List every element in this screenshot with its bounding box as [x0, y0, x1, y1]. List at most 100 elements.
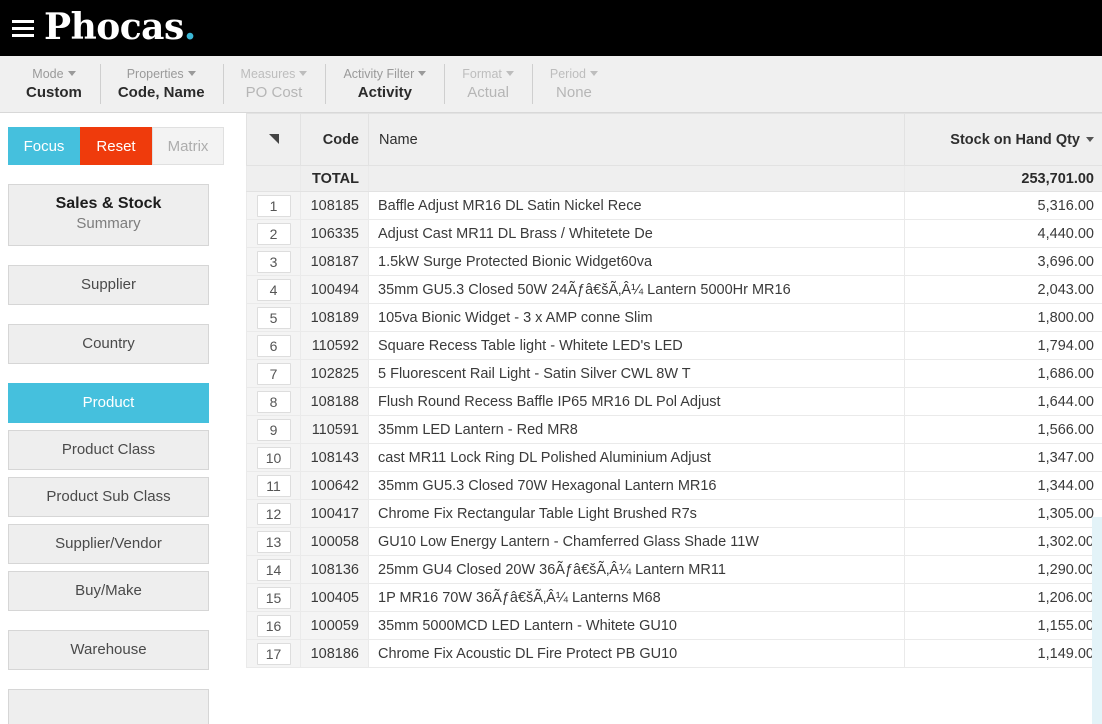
- cell-name[interactable]: 35mm 5000MCD LED Lantern - Whitete GU10: [369, 612, 905, 640]
- cell-code[interactable]: 108189: [301, 304, 369, 332]
- row-number: 8: [247, 388, 301, 416]
- cell-code[interactable]: 108187: [301, 248, 369, 276]
- table-row[interactable]: 8108188Flush Round Recess Baffle IP65 MR…: [247, 388, 1102, 416]
- cell-stock-on-hand-qty[interactable]: 1,644.00: [905, 388, 1102, 416]
- main-body: Focus Reset Matrix Sales & Stock Summary…: [0, 113, 1102, 724]
- cell-name[interactable]: cast MR11 Lock Ring DL Polished Aluminiu…: [369, 444, 905, 472]
- cell-name[interactable]: Chrome Fix Rectangular Table Light Brush…: [369, 500, 905, 528]
- table-row[interactable]: 17108186Chrome Fix Acoustic DL Fire Prot…: [247, 640, 1102, 668]
- toolbar-item-period[interactable]: Period None: [532, 62, 616, 106]
- cell-stock-on-hand-qty[interactable]: 1,794.00: [905, 332, 1102, 360]
- table-row[interactable]: 31081871.5kW Surge Protected Bionic Widg…: [247, 248, 1102, 276]
- table-row[interactable]: 13100058GU10 Low Energy Lantern - Chamfe…: [247, 528, 1102, 556]
- cell-stock-on-hand-qty[interactable]: 1,155.00: [905, 612, 1102, 640]
- phocas-logo[interactable]: Phocas.: [44, 9, 196, 45]
- table-row[interactable]: 1610005935mm 5000MCD LED Lantern - White…: [247, 612, 1102, 640]
- cell-stock-on-hand-qty[interactable]: 1,347.00: [905, 444, 1102, 472]
- toolbar-item-properties[interactable]: Properties Code, Name: [100, 62, 223, 106]
- cell-name[interactable]: Flush Round Recess Baffle IP65 MR16 DL P…: [369, 388, 905, 416]
- sidebar-item-sales-and-stock-summary[interactable]: Sales & Stock Summary: [8, 184, 209, 246]
- cell-stock-on-hand-qty[interactable]: 1,290.00: [905, 556, 1102, 584]
- row-number: 7: [247, 360, 301, 388]
- cell-code[interactable]: 108185: [301, 192, 369, 220]
- sidebar: Focus Reset Matrix Sales & Stock Summary…: [0, 113, 240, 724]
- cell-stock-on-hand-qty[interactable]: 1,344.00: [905, 472, 1102, 500]
- cell-stock-on-hand-qty[interactable]: 1,149.00: [905, 640, 1102, 668]
- cell-name[interactable]: Square Recess Table light - Whitete LED'…: [369, 332, 905, 360]
- table-row[interactable]: 1410813625mm GU4 Closed 20W 36Ãƒâ€šÃ‚Â¼ …: [247, 556, 1102, 584]
- cell-name[interactable]: Baffle Adjust MR16 DL Satin Nickel Rece: [369, 192, 905, 220]
- cell-code[interactable]: 102825: [301, 360, 369, 388]
- sidebar-item-buy-make[interactable]: Buy/Make: [8, 571, 209, 611]
- table-row[interactable]: 15 1004051P MR16 70W 36Ãƒâ€šÃ‚Â¼ Lanterns…: [247, 584, 1102, 612]
- cell-code[interactable]: 108143: [301, 444, 369, 472]
- focus-button[interactable]: Focus: [8, 127, 80, 165]
- column-header-sort[interactable]: [247, 114, 301, 166]
- reset-button[interactable]: Reset: [80, 127, 152, 165]
- cell-code[interactable]: 100059: [301, 612, 369, 640]
- cell-stock-on-hand-qty[interactable]: 4,440.00: [905, 220, 1102, 248]
- table-row[interactable]: 5108189105va Bionic Widget - 3 x AMP con…: [247, 304, 1102, 332]
- sidebar-item-product[interactable]: Product: [8, 383, 209, 423]
- cell-stock-on-hand-qty[interactable]: 1,206.00: [905, 584, 1102, 612]
- cell-code[interactable]: 100417: [301, 500, 369, 528]
- table-row[interactable]: 10108143cast MR11 Lock Ring DL Polished …: [247, 444, 1102, 472]
- cell-code[interactable]: 110591: [301, 416, 369, 444]
- cell-name[interactable]: 1.5kW Surge Protected Bionic Widget60va: [369, 248, 905, 276]
- table-row[interactable]: 12100417Chrome Fix Rectangular Table Lig…: [247, 500, 1102, 528]
- table-row[interactable]: 911059135mm LED Lantern - Red MR81,566.0…: [247, 416, 1102, 444]
- column-header-stock-on-hand-qty[interactable]: Stock on Hand Qty: [905, 114, 1102, 166]
- cell-name[interactable]: 105va Bionic Widget - 3 x AMP conne Slim: [369, 304, 905, 332]
- matrix-button[interactable]: Matrix: [152, 127, 224, 165]
- table-row[interactable]: 410049435mm GU5.3 Closed 50W 24Ãƒâ€šÃ‚Â¼…: [247, 276, 1102, 304]
- sidebar-item-product-sub-class[interactable]: Product Sub Class: [8, 477, 209, 517]
- cell-stock-on-hand-qty[interactable]: 1,686.00: [905, 360, 1102, 388]
- cell-code[interactable]: 110592: [301, 332, 369, 360]
- cell-code[interactable]: 108136: [301, 556, 369, 584]
- toolbar-item-format[interactable]: Format Actual: [444, 62, 532, 106]
- sidebar-item-country[interactable]: Country: [8, 324, 209, 364]
- cell-stock-on-hand-qty[interactable]: 3,696.00: [905, 248, 1102, 276]
- table-row[interactable]: 6110592Square Recess Table light - White…: [247, 332, 1102, 360]
- table-row[interactable]: 71028255 Fluorescent Rail Light - Satin …: [247, 360, 1102, 388]
- sidebar-item-supplier[interactable]: Supplier: [8, 265, 209, 305]
- cell-name[interactable]: 25mm GU4 Closed 20W 36Ãƒâ€šÃ‚Â¼ Lantern …: [369, 556, 905, 584]
- cell-stock-on-hand-qty[interactable]: 2,043.00: [905, 276, 1102, 304]
- cell-name[interactable]: GU10 Low Energy Lantern - Chamferred Gla…: [369, 528, 905, 556]
- cell-code[interactable]: 100058: [301, 528, 369, 556]
- cell-name[interactable]: Adjust Cast MR11 DL Brass / Whitetete De: [369, 220, 905, 248]
- cell-code[interactable]: 108186: [301, 640, 369, 668]
- cell-stock-on-hand-qty[interactable]: 1,800.00: [905, 304, 1102, 332]
- cell-stock-on-hand-qty[interactable]: 1,305.00: [905, 500, 1102, 528]
- cell-code[interactable]: 100494: [301, 276, 369, 304]
- toolbar-item-mode[interactable]: Mode Custom: [8, 62, 100, 106]
- table-row[interactable]: 1110064235mm GU5.3 Closed 70W Hexagonal …: [247, 472, 1102, 500]
- cell-stock-on-hand-qty[interactable]: 5,316.00: [905, 192, 1102, 220]
- table-row[interactable]: 2106335Adjust Cast MR11 DL Brass / White…: [247, 220, 1102, 248]
- cell-code[interactable]: 100642: [301, 472, 369, 500]
- row-number-badge: 15: [257, 587, 291, 609]
- table-row[interactable]: 1108185Baffle Adjust MR16 DL Satin Nicke…: [247, 192, 1102, 220]
- cell-name[interactable]: Chrome Fix Acoustic DL Fire Protect PB G…: [369, 640, 905, 668]
- sidebar-item-partial[interactable]: [8, 689, 209, 724]
- cell-name[interactable]: 35mm GU5.3 Closed 50W 24Ãƒâ€šÃ‚Â¼ Lanter…: [369, 276, 905, 304]
- column-header-code[interactable]: Code: [301, 114, 369, 166]
- cell-name[interactable]: 1P MR16 70W 36Ãƒâ€šÃ‚Â¼ Lanterns M68: [369, 584, 905, 612]
- chevron-down-icon[interactable]: [1086, 137, 1094, 142]
- toolbar-item-measures[interactable]: Measures PO Cost: [223, 62, 326, 106]
- cell-stock-on-hand-qty[interactable]: 1,302.00: [905, 528, 1102, 556]
- cell-name[interactable]: 35mm GU5.3 Closed 70W Hexagonal Lantern …: [369, 472, 905, 500]
- sidebar-item-warehouse[interactable]: Warehouse: [8, 630, 209, 670]
- sidebar-item-product-class[interactable]: Product Class: [8, 430, 209, 470]
- toolbar-item-activity-filter[interactable]: Activity Filter Activity: [325, 62, 444, 106]
- column-header-name[interactable]: Name: [369, 114, 905, 166]
- cell-name[interactable]: 35mm LED Lantern - Red MR8: [369, 416, 905, 444]
- row-number: 16: [247, 612, 301, 640]
- hamburger-icon[interactable]: [12, 20, 34, 37]
- cell-code[interactable]: 106335: [301, 220, 369, 248]
- cell-code[interactable]: 100405: [301, 584, 369, 612]
- cell-name[interactable]: 5 Fluorescent Rail Light - Satin Silver …: [369, 360, 905, 388]
- sidebar-item-supplier-vendor[interactable]: Supplier/Vendor: [8, 524, 209, 564]
- cell-code[interactable]: 108188: [301, 388, 369, 416]
- cell-stock-on-hand-qty[interactable]: 1,566.00: [905, 416, 1102, 444]
